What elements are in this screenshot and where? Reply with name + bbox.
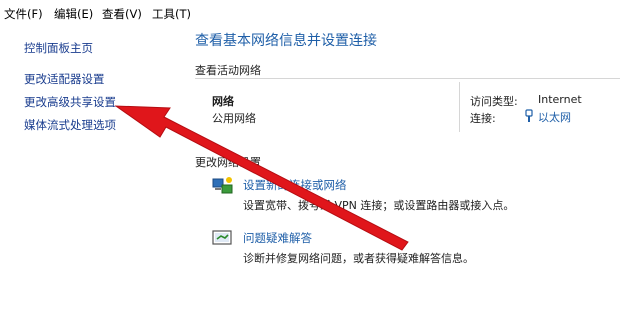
- column-divider: [459, 82, 460, 132]
- connections-label: 连接:: [470, 112, 496, 125]
- ethernet-icon: [524, 108, 534, 127]
- menu-file[interactable]: 文件(F): [4, 6, 43, 22]
- access-type-value: Internet: [538, 93, 582, 106]
- sidebar-link-advanced-sharing[interactable]: 更改高级共享设置: [24, 94, 116, 110]
- page-title: 查看基本网络信息并设置连接: [195, 33, 377, 49]
- troubleshoot-link[interactable]: 问题疑难解答: [243, 230, 312, 246]
- menu-bar: 文件(F) 编辑(E) 查看(V) 工具(T): [0, 0, 620, 24]
- network-setup-icon: [212, 176, 234, 200]
- menu-edit[interactable]: 编辑(E): [54, 6, 93, 22]
- menu-tools[interactable]: 工具(T): [152, 6, 191, 22]
- setup-connection-description: 设置宽带、拨号或 VPN 连接；或设置路由器或接入点。: [243, 199, 515, 212]
- network-type: 公用网络: [212, 112, 256, 125]
- access-type-label: 访问类型:: [470, 95, 518, 108]
- active-networks-heading: 查看活动网络: [195, 64, 261, 77]
- change-settings-heading: 更改网络设置: [195, 156, 261, 169]
- setup-connection-link[interactable]: 设置新的连接或网络: [243, 177, 347, 193]
- menu-view[interactable]: 查看(V): [102, 6, 142, 22]
- ethernet-connection-link[interactable]: 以太网: [538, 109, 571, 125]
- sidebar-link-media-streaming[interactable]: 媒体流式处理选项: [24, 117, 116, 133]
- sidebar-link-home[interactable]: 控制面板主页: [24, 40, 93, 56]
- section-divider: [195, 78, 620, 79]
- network-name: 网络: [212, 95, 234, 108]
- sidebar-link-adapter-settings[interactable]: 更改适配器设置: [24, 71, 105, 87]
- troubleshoot-icon: [212, 229, 234, 251]
- troubleshoot-description: 诊断并修复网络问题，或者获得疑难解答信息。: [243, 252, 474, 265]
